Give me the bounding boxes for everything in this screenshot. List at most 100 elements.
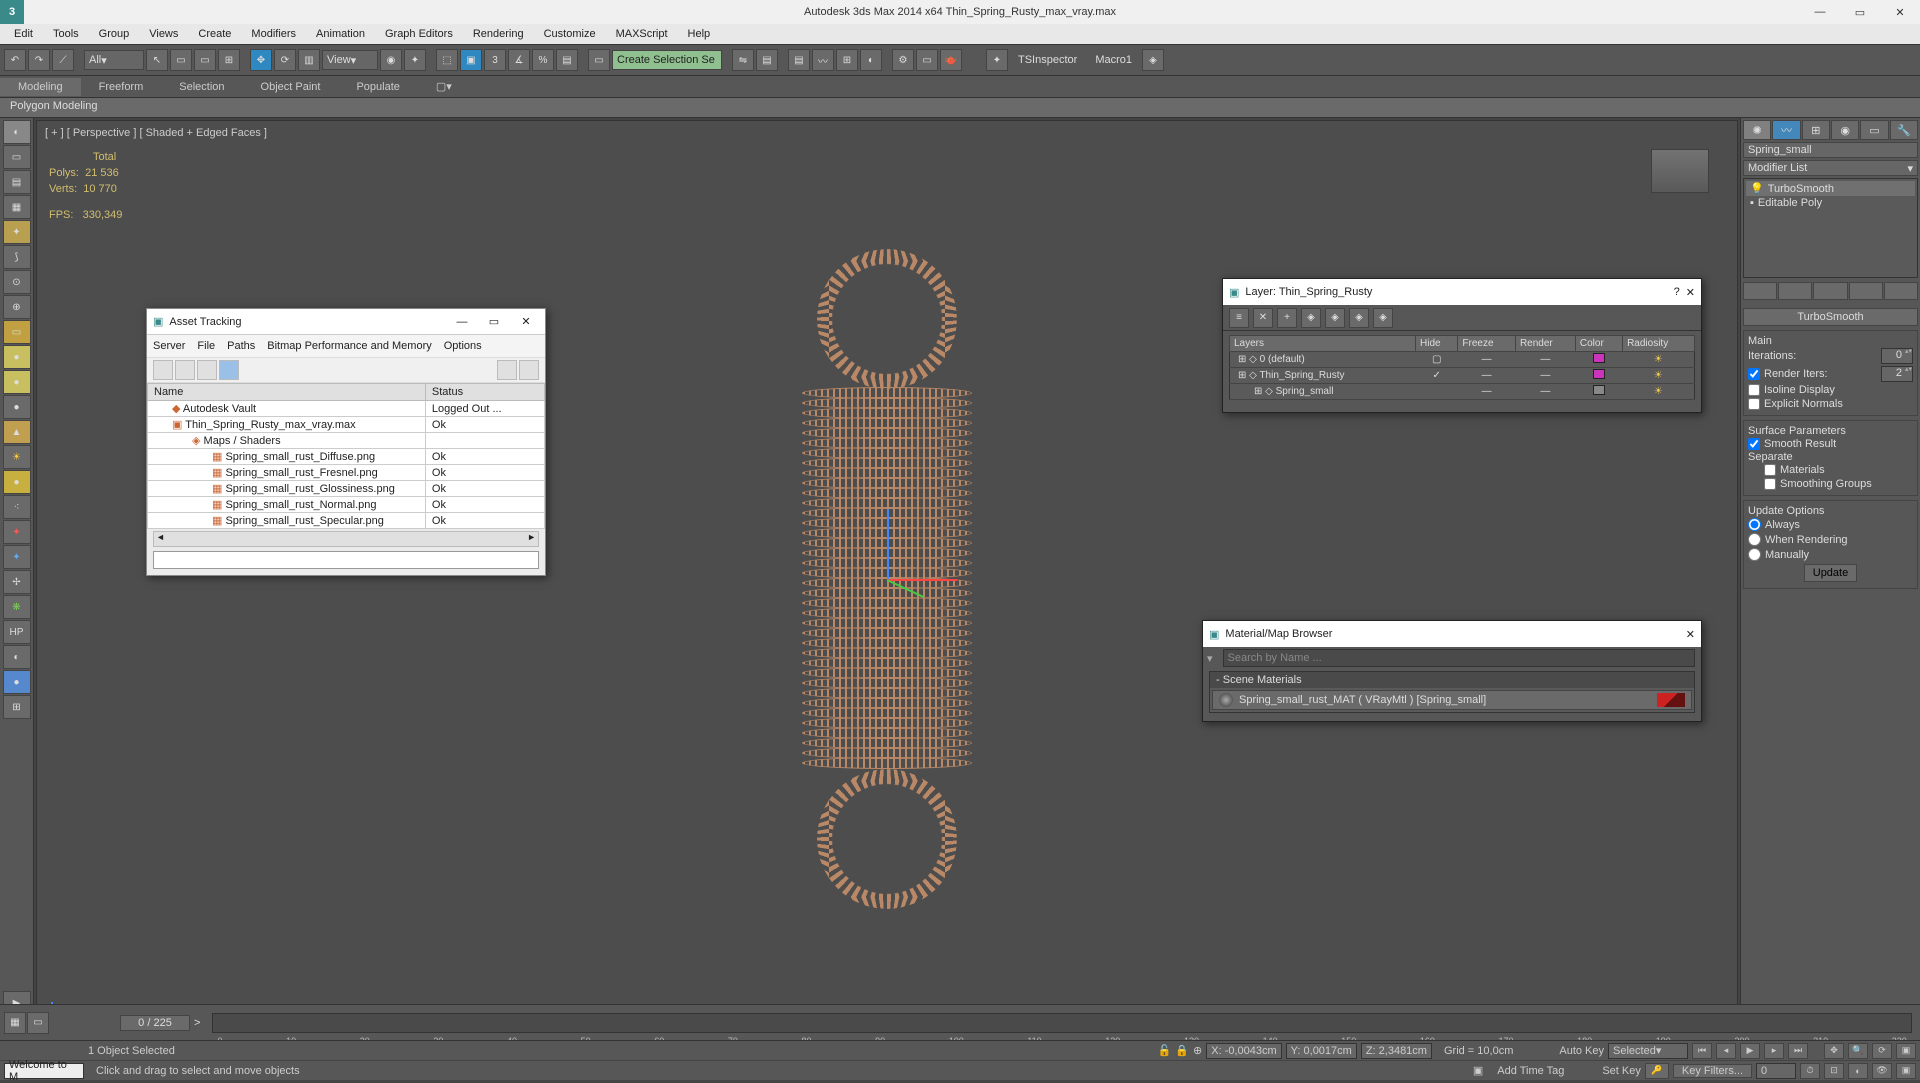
when-rendering-radio[interactable] (1748, 533, 1761, 546)
scale-icon[interactable]: ▥ (298, 49, 320, 71)
selection-set-dropdown[interactable]: All ▾ (84, 50, 144, 70)
select-icon[interactable]: ↖ (146, 49, 168, 71)
addtimetag-label[interactable]: Add Time Tag (1487, 1065, 1574, 1077)
ribbon-selection[interactable]: Selection (161, 78, 242, 96)
smgroups-check[interactable] (1764, 478, 1776, 490)
menu-animation[interactable]: Animation (306, 26, 375, 42)
modify-tab-icon[interactable]: 〰 (1772, 120, 1800, 140)
tsinspector-label[interactable]: TSInspector (1010, 54, 1085, 66)
asset-row[interactable]: ▦ Spring_small_rust_Fresnel.pngOk (148, 465, 545, 481)
left-tool-icon[interactable]: ▦ (3, 195, 31, 219)
asset-row[interactable]: ▦ Spring_small_rust_Specular.pngOk (148, 513, 545, 529)
left-tool-icon[interactable]: ❋ (3, 595, 31, 619)
layer-row[interactable]: ⊞ ◇ 0 (default)▢——☀ (1230, 352, 1695, 368)
always-radio[interactable] (1748, 518, 1761, 531)
left-tool-icon[interactable]: ▭ (3, 320, 31, 344)
asset-maximize-button[interactable]: ▭ (481, 315, 507, 328)
update-button[interactable]: Update (1804, 564, 1857, 582)
modifier-stack[interactable]: 💡 TurboSmooth ▪ Editable Poly (1743, 178, 1918, 278)
menu-tools[interactable]: Tools (43, 26, 89, 42)
keymode-dropdown[interactable]: Selected ▾ (1608, 1043, 1688, 1059)
render-icon[interactable]: 🫖 (940, 49, 962, 71)
ribbon-modeling[interactable]: Modeling (0, 78, 81, 96)
layer-row[interactable]: ⊞ ◇ Spring_small——☀ (1230, 384, 1695, 400)
material-editor-icon[interactable]: ◐ (860, 49, 882, 71)
timeline-config-icon[interactable]: ▦ (4, 1012, 26, 1034)
asset-highlight-icon[interactable] (219, 360, 239, 380)
asset-menu-options[interactable]: Options (444, 340, 482, 352)
left-tool-icon[interactable]: ● (3, 345, 31, 369)
diamond-icon[interactable]: ◈ (1142, 49, 1164, 71)
asset-close-button[interactable]: ✕ (513, 315, 539, 328)
coord-x[interactable]: X: -0,0043cm (1206, 1043, 1281, 1059)
left-tool-icon[interactable]: ⁖ (3, 495, 31, 519)
select-region-icon[interactable]: ▭ (194, 49, 216, 71)
goto-end-icon[interactable]: ⏭ (1788, 1043, 1808, 1059)
left-tool-icon[interactable]: ● (3, 395, 31, 419)
layer-hide-icon[interactable]: ◈ (1349, 308, 1369, 328)
link-icon[interactable]: ⟋ (52, 49, 74, 71)
frame-field[interactable]: 0 (1756, 1063, 1796, 1079)
asset-col-name[interactable]: Name (148, 384, 426, 401)
rotate-icon[interactable]: ⟳ (274, 49, 296, 71)
maximize-button[interactable]: ▭ (1840, 0, 1880, 24)
asset-row[interactable]: ▦ Spring_small_rust_Normal.pngOk (148, 497, 545, 513)
ribbon-subpanel[interactable]: Polygon Modeling (0, 98, 1920, 118)
close-button[interactable]: ✕ (1880, 0, 1920, 24)
remove-mod-icon[interactable] (1849, 282, 1883, 300)
angle-snap-icon[interactable]: ▣ (460, 49, 482, 71)
layer-delete-icon[interactable]: ✕ (1253, 308, 1273, 328)
time-position[interactable]: 0 / 225 (120, 1015, 190, 1031)
script-listener[interactable]: Welcome to M (4, 1063, 84, 1079)
coord-z[interactable]: Z: 2,3481cm (1361, 1043, 1432, 1059)
asset-tree-icon[interactable] (175, 360, 195, 380)
left-tool-icon[interactable]: ⊕ (3, 295, 31, 319)
time-config-icon[interactable]: ⏱ (1800, 1063, 1820, 1079)
asset-row[interactable]: ◈ Maps / Shaders (148, 433, 545, 449)
left-tool-icon[interactable]: ◐ (3, 120, 31, 144)
menu-customize[interactable]: Customize (534, 26, 606, 42)
mat-search-input[interactable]: Search by Name ... (1223, 649, 1695, 667)
menu-grapheditors[interactable]: Graph Editors (375, 26, 463, 42)
schematic-icon[interactable]: ⊞ (836, 49, 858, 71)
asset-list-icon[interactable] (197, 360, 217, 380)
nav-max-icon[interactable]: ▣ (1896, 1043, 1916, 1059)
play-icon[interactable]: ▶ (1740, 1043, 1760, 1059)
left-tool-icon[interactable]: ● (3, 370, 31, 394)
layer-close-button[interactable]: ✕ (1686, 286, 1695, 299)
left-tool-icon[interactable]: ⟆ (3, 245, 31, 269)
ribbon-populate[interactable]: Populate (338, 78, 417, 96)
setkey-icon[interactable]: 🔑 (1645, 1063, 1669, 1079)
stack-turbosmooth[interactable]: 💡 TurboSmooth (1746, 181, 1915, 196)
mat-section-header[interactable]: - Scene Materials (1210, 672, 1694, 688)
layer-col-layers[interactable]: Layers (1230, 336, 1416, 352)
asset-hscroll[interactable] (153, 531, 539, 547)
modifier-list-dropdown[interactable]: Modifier List▾ (1743, 160, 1918, 176)
align-icon[interactable]: ▤ (756, 49, 778, 71)
asset-menu-file[interactable]: File (197, 340, 215, 352)
next-frame-icon[interactable]: ▸ (1764, 1043, 1784, 1059)
snap-icon[interactable]: ⬚ (436, 49, 458, 71)
rollout-turbosmooth[interactable]: TurboSmooth (1743, 308, 1918, 326)
asset-opts-icon[interactable] (519, 360, 539, 380)
asset-row[interactable]: ◆ Autodesk VaultLogged Out ... (148, 401, 545, 417)
menu-rendering[interactable]: Rendering (463, 26, 534, 42)
left-tool-icon[interactable]: ▤ (3, 170, 31, 194)
material-item[interactable]: Spring_small_rust_MAT ( VRayMtl ) [Sprin… (1212, 690, 1692, 710)
materials-check[interactable] (1764, 464, 1776, 476)
isoline-check[interactable] (1748, 384, 1760, 396)
render-iters-spinner[interactable]: 2 (1881, 366, 1913, 382)
create-selection-dropdown[interactable]: Create Selection Se (612, 50, 722, 70)
layer-col-radiosity[interactable]: Radiosity (1623, 336, 1695, 352)
left-tool-icon[interactable]: ✦ (3, 545, 31, 569)
layer-col-color[interactable]: Color (1575, 336, 1622, 352)
macro1-label[interactable]: Macro1 (1087, 54, 1140, 66)
mat-close-button[interactable]: ✕ (1686, 628, 1695, 641)
refcoord-dropdown[interactable]: View ▾ (322, 50, 378, 70)
left-tool-icon[interactable]: ⊙ (3, 270, 31, 294)
asset-minimize-button[interactable]: — (449, 316, 475, 328)
menu-maxscript[interactable]: MAXScript (606, 26, 678, 42)
nav-orbit-icon[interactable]: ⟳ (1872, 1043, 1892, 1059)
viewport[interactable]: [ + ] [ Perspective ] [ Shaded + Edged F… (36, 120, 1738, 1038)
transform-gizmo-icon[interactable] (887, 579, 888, 580)
